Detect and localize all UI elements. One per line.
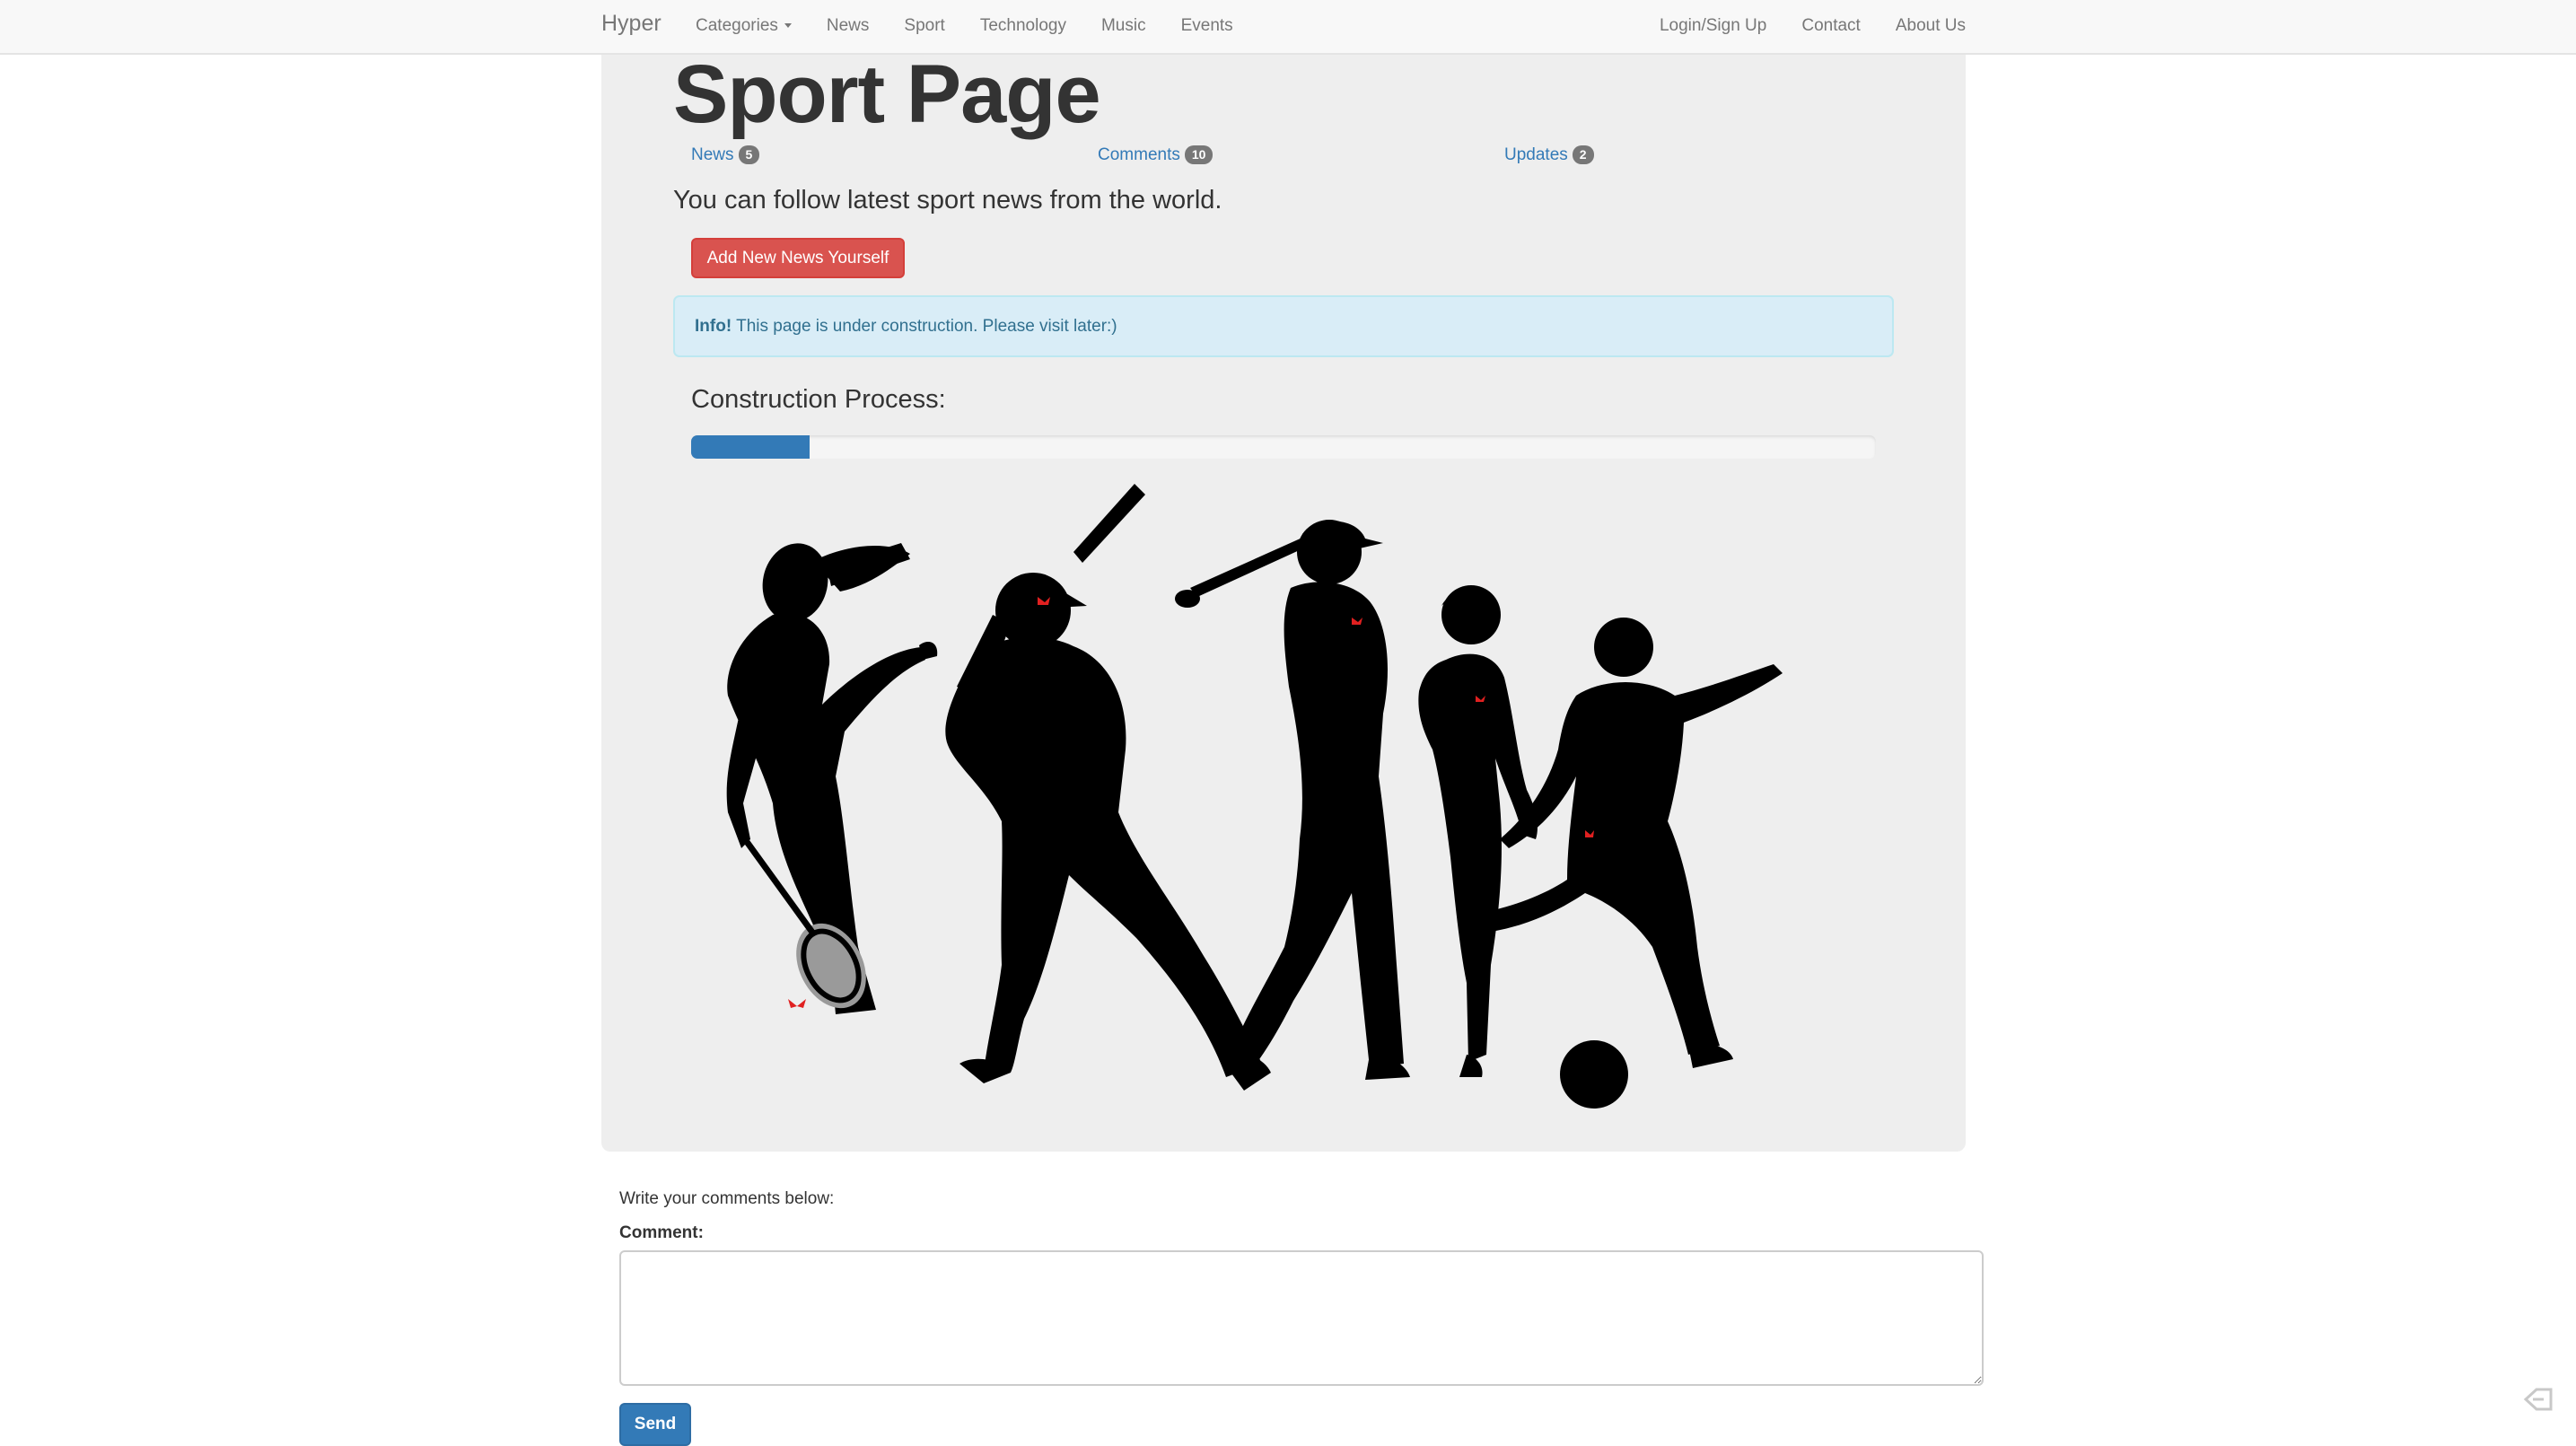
brand-logo[interactable]: Hyper (601, 11, 662, 37)
progress-label: Construction Process: (691, 385, 946, 414)
construction-progress-bar (691, 435, 1876, 459)
lead-text: You can follow latest sport news from th… (673, 186, 1222, 215)
nav-item-news[interactable]: News (827, 16, 870, 36)
nav-item-login[interactable]: Login/Sign Up (1660, 16, 1766, 36)
soccer-player-silhouette (1467, 618, 1783, 1109)
page-title: Sport Page (673, 48, 1101, 140)
navbar: Hyper Categories News Sport Technology M… (0, 0, 2576, 55)
send-button[interactable]: Send (619, 1403, 691, 1446)
pill-news[interactable]: News 5 (691, 145, 760, 165)
pill-label: News (691, 145, 734, 164)
alert-text: This page is under construction. Please … (732, 317, 1117, 336)
jumbotron: Sport Page News 5 Comments 10 Updates 2 You… (601, 48, 1966, 1152)
nav-item-events[interactable]: Events (1181, 16, 1233, 36)
sports-silhouettes-icon (726, 484, 1783, 1109)
nav-item-about[interactable]: About Us (1896, 16, 1966, 36)
nav-item-label: Categories (696, 16, 778, 35)
nav-right: Login/Sign Up Contact About Us (1625, 16, 1966, 36)
pill-label: Updates (1504, 145, 1568, 164)
nav-item-music[interactable]: Music (1101, 16, 1146, 36)
nav-item-sport[interactable]: Sport (904, 16, 944, 36)
comment-hint: Write your comments below: (619, 1189, 835, 1208)
caret-down-icon (784, 23, 792, 29)
count-badge: 2 (1572, 145, 1594, 165)
pill-label: Comments (1098, 145, 1180, 164)
add-news-button[interactable]: Add New News Yourself (691, 238, 905, 278)
comment-label: Comment: (619, 1223, 704, 1242)
progress-fill (691, 435, 810, 459)
tennis-player-silhouette (726, 543, 938, 1014)
pill-updates[interactable]: Updates 2 (1504, 145, 1594, 165)
count-badge: 10 (1184, 145, 1214, 165)
pill-comments[interactable]: Comments 10 (1098, 145, 1214, 165)
translate-icon[interactable] (2522, 1386, 2554, 1413)
nav-item-technology[interactable]: Technology (980, 16, 1066, 36)
alert-strong: Info! (695, 317, 732, 336)
nav-left: Categories News Sport Technology Music E… (696, 16, 1268, 36)
nav-item-categories[interactable]: Categories (696, 16, 792, 36)
count-badge: 5 (738, 145, 760, 165)
nav-item-contact[interactable]: Contact (1801, 16, 1860, 36)
comment-textarea[interactable] (619, 1250, 1984, 1386)
info-alert: Info! This page is under construction. P… (673, 295, 1894, 357)
